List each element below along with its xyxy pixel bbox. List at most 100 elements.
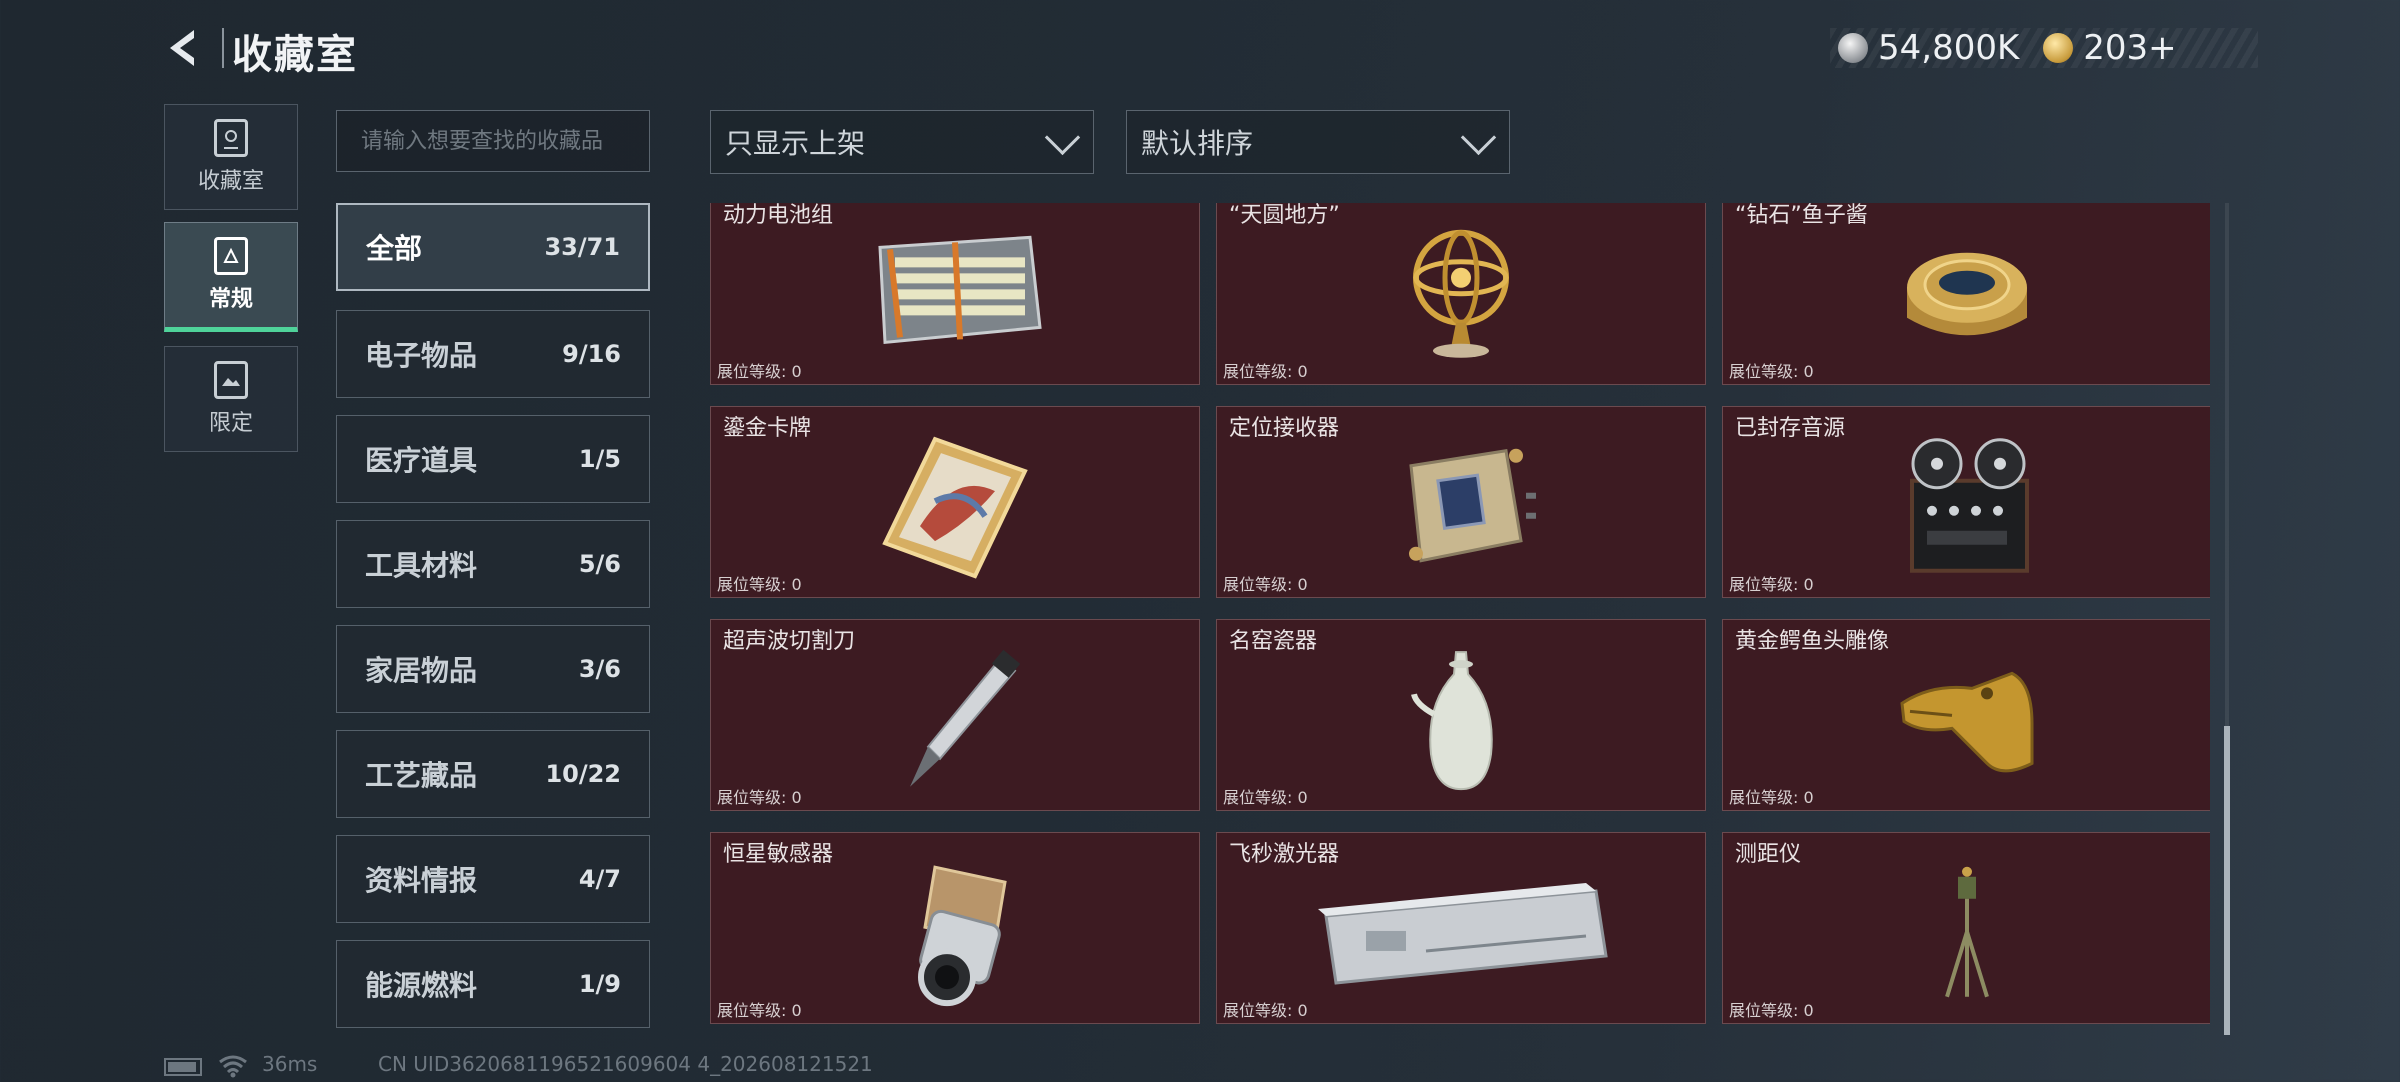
item-level: 展位等级: 0 (717, 362, 802, 381)
wifi-icon (218, 1054, 248, 1082)
item-level: 展位等级: 0 (1729, 362, 1814, 381)
category-name: 全部 (366, 232, 423, 265)
silver-coin-icon (1838, 33, 1868, 63)
category-count: 3/6 (578, 655, 621, 683)
currency-bar: 54,800K 203+ (1830, 28, 2258, 68)
item-name: 测距仪 (1735, 842, 1802, 867)
category-name: 资料情报 (365, 864, 478, 897)
back-arrow-icon[interactable] (160, 24, 208, 72)
battery-pack-icon (860, 227, 1050, 361)
chevron-down-icon (1044, 119, 1081, 155)
display-filter-value: 只显示上架 (725, 127, 866, 160)
ping-value: 36ms (262, 1052, 318, 1076)
collection-card[interactable]: 超声波切割刀 展位等级: 0 (710, 619, 1200, 811)
item-name: 超声波切割刀 (723, 629, 856, 654)
caviar-tin-icon (1892, 223, 2042, 367)
sidebar-item-label: 收藏室 (197, 169, 264, 194)
category-count: 5/6 (578, 550, 621, 578)
item-level: 展位等级: 0 (717, 575, 802, 594)
category-name: 工具材料 (365, 549, 478, 582)
chevron-down-icon (1460, 119, 1497, 155)
category-count: 4/7 (578, 865, 621, 893)
category-name: 电子物品 (365, 339, 478, 372)
gilded-card-icon (875, 431, 1035, 585)
header-separator (222, 28, 224, 68)
category-intel[interactable]: 资料情报 4/7 (336, 835, 650, 923)
reel-recorder-icon (1892, 436, 2042, 580)
item-name: 飞秒激光器 (1229, 842, 1340, 867)
collection-grid[interactable]: 动力电池组 展位等级: 0 “天圆地方” 展位等级: 0 “钻石”鱼子酱 展位等… (710, 203, 2210, 1035)
gold-currency-value: 203+ (2083, 28, 2177, 68)
femtosecond-laser-icon (1306, 871, 1616, 995)
category-count: 1/9 (578, 970, 621, 998)
collection-card[interactable]: 恒星敏感器 展位等级: 0 (710, 832, 1200, 1024)
item-name: 已封存音源 (1735, 416, 1846, 441)
ultrasonic-cutter-icon (880, 649, 1030, 793)
sidebar-item-label: 常规 (208, 287, 253, 312)
scrollbar-thumb[interactable] (2224, 726, 2230, 1035)
sidebar-item-limited[interactable]: 限定 (164, 346, 298, 452)
category-name: 能源燃料 (365, 969, 478, 1002)
category-name: 工艺藏品 (365, 759, 478, 792)
item-level: 展位等级: 0 (1729, 1001, 1814, 1020)
category-count: 33/71 (544, 233, 620, 261)
search-box[interactable] (336, 110, 650, 172)
category-tools[interactable]: 工具材料 5/6 (336, 520, 650, 608)
rangefinder-tripod-icon (1932, 862, 2002, 1006)
uid-text: CN UID3620681196521609604 4_202608121521 (378, 1052, 873, 1076)
display-filter-dropdown[interactable]: 只显示上架 (710, 110, 1094, 174)
item-level: 展位等级: 0 (1223, 788, 1308, 807)
armillary-sphere-icon (1401, 223, 1521, 367)
image-icon (214, 361, 248, 399)
item-level: 展位等级: 0 (1729, 788, 1814, 807)
item-level: 展位等级: 0 (1729, 575, 1814, 594)
gold-crocodile-head-icon (1892, 653, 2042, 787)
category-medical[interactable]: 医疗道具 1/5 (336, 415, 650, 503)
star-sensor-icon (885, 857, 1025, 1011)
category-crafts[interactable]: 工艺藏品 10/22 (336, 730, 650, 818)
category-all[interactable]: 全部 33/71 (336, 203, 650, 291)
collection-card[interactable]: 黄金鳄鱼头雕像 展位等级: 0 (1722, 619, 2210, 811)
collection-card[interactable]: 测距仪 展位等级: 0 (1722, 832, 2210, 1024)
category-name: 医疗道具 (365, 444, 478, 477)
category-count: 10/22 (545, 760, 621, 788)
silver-currency-value: 54,800K (1878, 28, 2020, 68)
collection-card[interactable]: 已封存音源 展位等级: 0 (1722, 406, 2210, 598)
document-icon (214, 237, 248, 275)
sidebar-item-regular[interactable]: 常规 (164, 222, 298, 332)
sidebar-item-collection[interactable]: 收藏室 (164, 104, 298, 210)
item-name: 定位接收器 (1229, 416, 1340, 441)
collection-card[interactable]: 鎏金卡牌 展位等级: 0 (710, 406, 1200, 598)
category-count: 9/16 (562, 340, 621, 368)
item-name: 名窑瓷器 (1229, 629, 1318, 654)
gps-receiver-icon (1386, 436, 1536, 580)
item-name: 动力电池组 (723, 203, 834, 228)
sort-value: 默认排序 (1141, 127, 1254, 160)
item-level: 展位等级: 0 (717, 788, 802, 807)
item-level: 展位等级: 0 (1223, 362, 1308, 381)
item-name: “钻石”鱼子酱 (1735, 203, 1868, 228)
page-title: 收藏室 (232, 32, 358, 78)
collection-card[interactable]: “钻石”鱼子酱 展位等级: 0 (1722, 203, 2210, 385)
item-level: 展位等级: 0 (717, 1001, 802, 1020)
category-count: 1/5 (578, 445, 621, 473)
category-electronics[interactable]: 电子物品 9/16 (336, 310, 650, 398)
collection-card[interactable]: “天圆地方” 展位等级: 0 (1216, 203, 1706, 385)
item-name: “天圆地方” (1229, 203, 1340, 228)
collection-card[interactable]: 动力电池组 展位等级: 0 (710, 203, 1200, 385)
collection-card[interactable]: 飞秒激光器 展位等级: 0 (1216, 832, 1706, 1024)
search-input[interactable] (359, 127, 649, 155)
item-name: 恒星敏感器 (723, 842, 834, 867)
category-household[interactable]: 家居物品 3/6 (336, 625, 650, 713)
item-level: 展位等级: 0 (1223, 575, 1308, 594)
category-name: 家居物品 (365, 654, 478, 687)
sidebar-item-label: 限定 (208, 411, 253, 436)
collection-card[interactable]: 名窑瓷器 展位等级: 0 (1216, 619, 1706, 811)
porcelain-vase-icon (1406, 644, 1516, 798)
collection-card[interactable]: 定位接收器 展位等级: 0 (1216, 406, 1706, 598)
collection-icon (214, 119, 248, 157)
item-name: 黄金鳄鱼头雕像 (1735, 629, 1890, 654)
battery-icon (164, 1058, 202, 1076)
category-energy[interactable]: 能源燃料 1/9 (336, 940, 650, 1028)
sort-dropdown[interactable]: 默认排序 (1126, 110, 1510, 174)
